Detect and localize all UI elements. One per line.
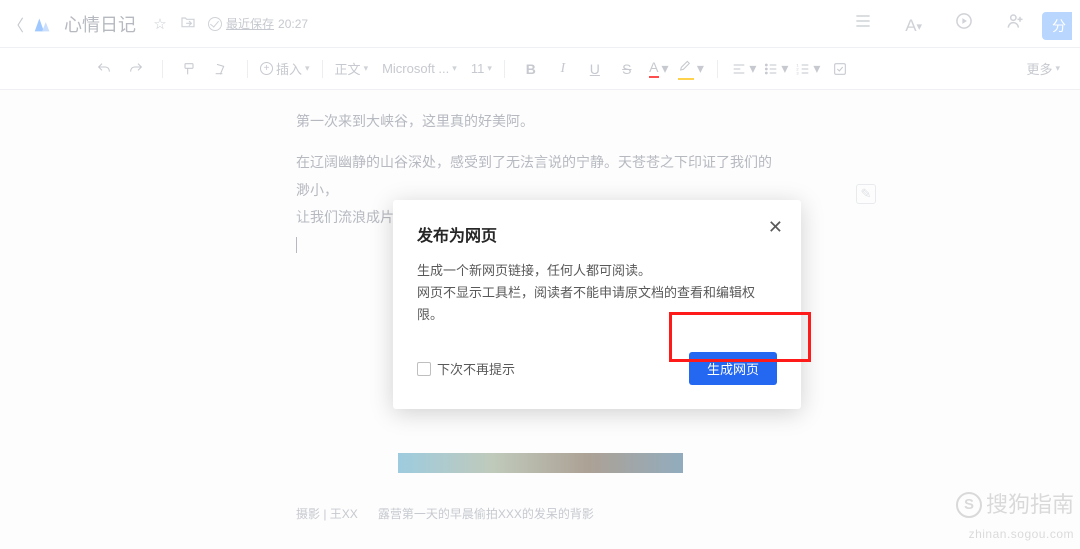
modal-overlay: ✕ 发布为网页 生成一个新网页链接，任何人都可阅读。 网页不显示工具栏，阅读者不… bbox=[0, 0, 1080, 549]
dont-show-again-checkbox[interactable]: 下次不再提示 bbox=[417, 359, 515, 378]
publish-webpage-modal: ✕ 发布为网页 生成一个新网页链接，任何人都可阅读。 网页不显示工具栏，阅读者不… bbox=[393, 200, 801, 409]
modal-title: 发布为网页 bbox=[417, 222, 777, 246]
modal-text-2: 网页不显示工具栏，阅读者不能申请原文档的查看和编辑权限。 bbox=[417, 282, 777, 326]
checkbox-icon bbox=[417, 362, 431, 376]
generate-webpage-button[interactable]: 生成网页 bbox=[689, 352, 777, 385]
modal-text-1: 生成一个新网页链接，任何人都可阅读。 bbox=[417, 260, 777, 282]
close-icon[interactable]: ✕ bbox=[768, 218, 783, 236]
